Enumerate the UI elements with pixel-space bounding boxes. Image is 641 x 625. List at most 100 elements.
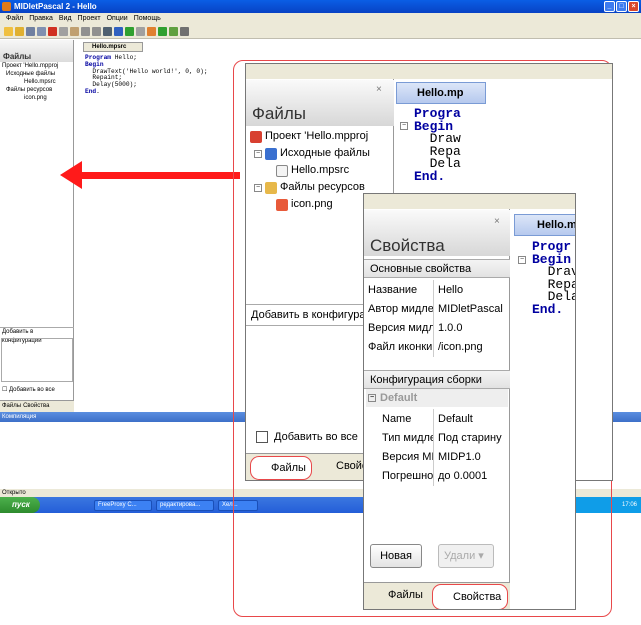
maximize-button[interactable]: □ [616, 1, 627, 12]
project-tree: Проект 'Hello.mpproj − Исходные файлы Hel… [250, 128, 370, 213]
files-panel-small: Файлы Проект 'Hello.mpproj Исходные файл… [0, 40, 74, 412]
close-icon[interactable]: × [494, 216, 500, 227]
menu-bar: Файл Правка Вид Проект Опции Помощь [0, 13, 641, 25]
window-icon[interactable] [114, 27, 123, 36]
redo-icon[interactable] [92, 27, 101, 36]
collapse-icon[interactable]: − [254, 183, 262, 192]
source-code-zoom2[interactable]: Progr Begin Drav Repa Dela End. [532, 240, 575, 316]
new-config-button[interactable]: Новая [370, 544, 422, 568]
files-panel-title: Файлы [0, 40, 73, 62]
tree-item-sources[interactable]: − Исходные файлы [250, 145, 370, 162]
window-title: MIDletPascal 2 - Hello [14, 2, 97, 11]
build-config-header: Конфигурация сборки [364, 370, 510, 389]
toolbar [0, 25, 641, 39]
save-icon[interactable] [26, 27, 35, 36]
tab-properties[interactable]: Свойс [318, 460, 367, 472]
build-row-midp[interactable]: Версия MI MIDP1.0 [366, 447, 508, 467]
toolbar-strip-zoom2 [364, 194, 575, 209]
tree-item-icon[interactable]: icon.png [2, 94, 73, 102]
properties-panel-zoom: Свойства × Основные свойства Название Hel… [363, 193, 576, 610]
build-row-type[interactable]: Тип мидле Под старину [366, 428, 508, 448]
find-icon[interactable] [103, 27, 112, 36]
window-title-bar: MIDletPascal 2 - Hello _ □ × [0, 0, 641, 13]
prop-row-author[interactable]: Автор мидле MIDletPascal [366, 299, 508, 319]
build-row-name[interactable]: Name Default [366, 409, 508, 429]
menu-edit[interactable]: Правка [29, 13, 53, 25]
toolbar-strip-zoom [246, 64, 612, 79]
tab-files[interactable]: Файлы [250, 456, 312, 480]
tree-item-hello[interactable]: Hello.mpsrc [250, 162, 370, 179]
tree-item-project[interactable]: Проект 'Hello.mpproj [250, 128, 370, 145]
tab-files-small[interactable]: Файлы [2, 401, 21, 412]
add-to-all-checkbox[interactable]: ☐ Добавить во все [2, 386, 55, 393]
image-icon [276, 198, 288, 211]
build-row-precision[interactable]: Погрешно до 0.0001 [366, 466, 508, 486]
tree-item-project[interactable]: Проект 'Hello.mpproj [2, 62, 73, 70]
settings-icon[interactable] [169, 27, 178, 36]
fold-icon[interactable]: − [518, 256, 526, 264]
open-folder-icon[interactable] [15, 27, 24, 36]
export-icon[interactable] [180, 27, 189, 36]
app-icon [2, 2, 11, 11]
source-code-small[interactable]: Program Hello; Begin DrawText('Hello wor… [85, 54, 208, 96]
prop-row-version[interactable]: Версия мидле 1.0.0 [366, 318, 508, 338]
menu-view[interactable]: Вид [59, 13, 72, 25]
tab-properties[interactable]: Свойства [432, 584, 508, 609]
panel-tabs2: Файлы Свойства [364, 582, 510, 609]
collapse-icon[interactable]: − [254, 149, 262, 158]
tree-item-icon[interactable]: icon.png [250, 196, 370, 213]
prop-row-name[interactable]: Название Hello [366, 280, 508, 300]
collapse-icon[interactable]: − [368, 394, 376, 402]
undo-icon[interactable] [81, 27, 90, 36]
editor-tab[interactable]: Hello.m [514, 214, 575, 236]
build-icon[interactable] [147, 27, 156, 36]
tab-properties-small[interactable]: Свойства [23, 401, 49, 412]
menu-options[interactable]: Опции [107, 13, 128, 25]
cut-icon[interactable] [48, 27, 57, 36]
tree-item-sources[interactable]: Исходные файлы [2, 70, 73, 78]
start-button[interactable]: пуск [0, 497, 40, 513]
paste-icon[interactable] [70, 27, 79, 36]
editor-tab-small[interactable]: Hello.mpsrc [83, 42, 143, 52]
default-group[interactable]: − Default [366, 389, 508, 407]
tree-item-resources[interactable]: Файлы ресурсов [2, 86, 73, 94]
copy-icon[interactable] [59, 27, 68, 36]
task-editor[interactable]: редактирова... [156, 500, 214, 511]
red-arrow-head [60, 161, 82, 189]
close-icon[interactable]: × [376, 84, 382, 95]
tree-item-resources[interactable]: − Файлы ресурсов [250, 179, 370, 196]
folder-icon [265, 181, 277, 194]
files-title-zoom: Файлы [246, 80, 394, 126]
chevron-down-icon[interactable]: ▾ [478, 550, 484, 562]
file-icon [276, 164, 288, 177]
basic-properties-header: Основные свойства [364, 259, 510, 278]
add-icon[interactable] [125, 27, 134, 36]
clock: 17:06 [621, 502, 637, 508]
properties-title: Свойства [364, 210, 510, 256]
red-arrow-shaft [80, 172, 240, 179]
menu-project[interactable]: Проект [78, 13, 101, 25]
add-to-all-checkbox[interactable]: Добавить во все [256, 431, 358, 443]
task-freeproxy[interactable]: FreeProxy C... [94, 500, 152, 511]
remove-icon[interactable] [136, 27, 145, 36]
panel-tabs-small: Файлы Свойства [0, 400, 74, 412]
delete-config-button[interactable]: Удали ▾ [438, 544, 494, 568]
checkbox-box[interactable] [256, 431, 268, 443]
fold-icon[interactable]: − [400, 122, 408, 130]
close-button[interactable]: × [628, 1, 639, 12]
prop-row-icon[interactable]: Файл иконки/icon.png [366, 337, 508, 357]
minimize-button[interactable]: _ [604, 1, 615, 12]
project-icon [250, 130, 262, 143]
config-list[interactable] [1, 338, 73, 382]
menu-help[interactable]: Помощь [134, 13, 161, 25]
save-all-icon[interactable] [37, 27, 46, 36]
editor-tab[interactable]: Hello.mp [396, 82, 486, 104]
new-file-icon[interactable] [4, 27, 13, 36]
tab-files[interactable]: Файлы [370, 589, 423, 601]
run-icon[interactable] [158, 27, 167, 36]
menu-file[interactable]: Файл [6, 13, 23, 25]
tree-item-hello[interactable]: Hello.mpsrc [2, 78, 73, 86]
folder-icon [265, 147, 277, 160]
project-tree-small: Проект 'Hello.mpproj Исходные файлы Hell… [0, 62, 73, 102]
source-code-zoom[interactable]: Progra Begin Draw Repa Dela End. [414, 107, 461, 183]
